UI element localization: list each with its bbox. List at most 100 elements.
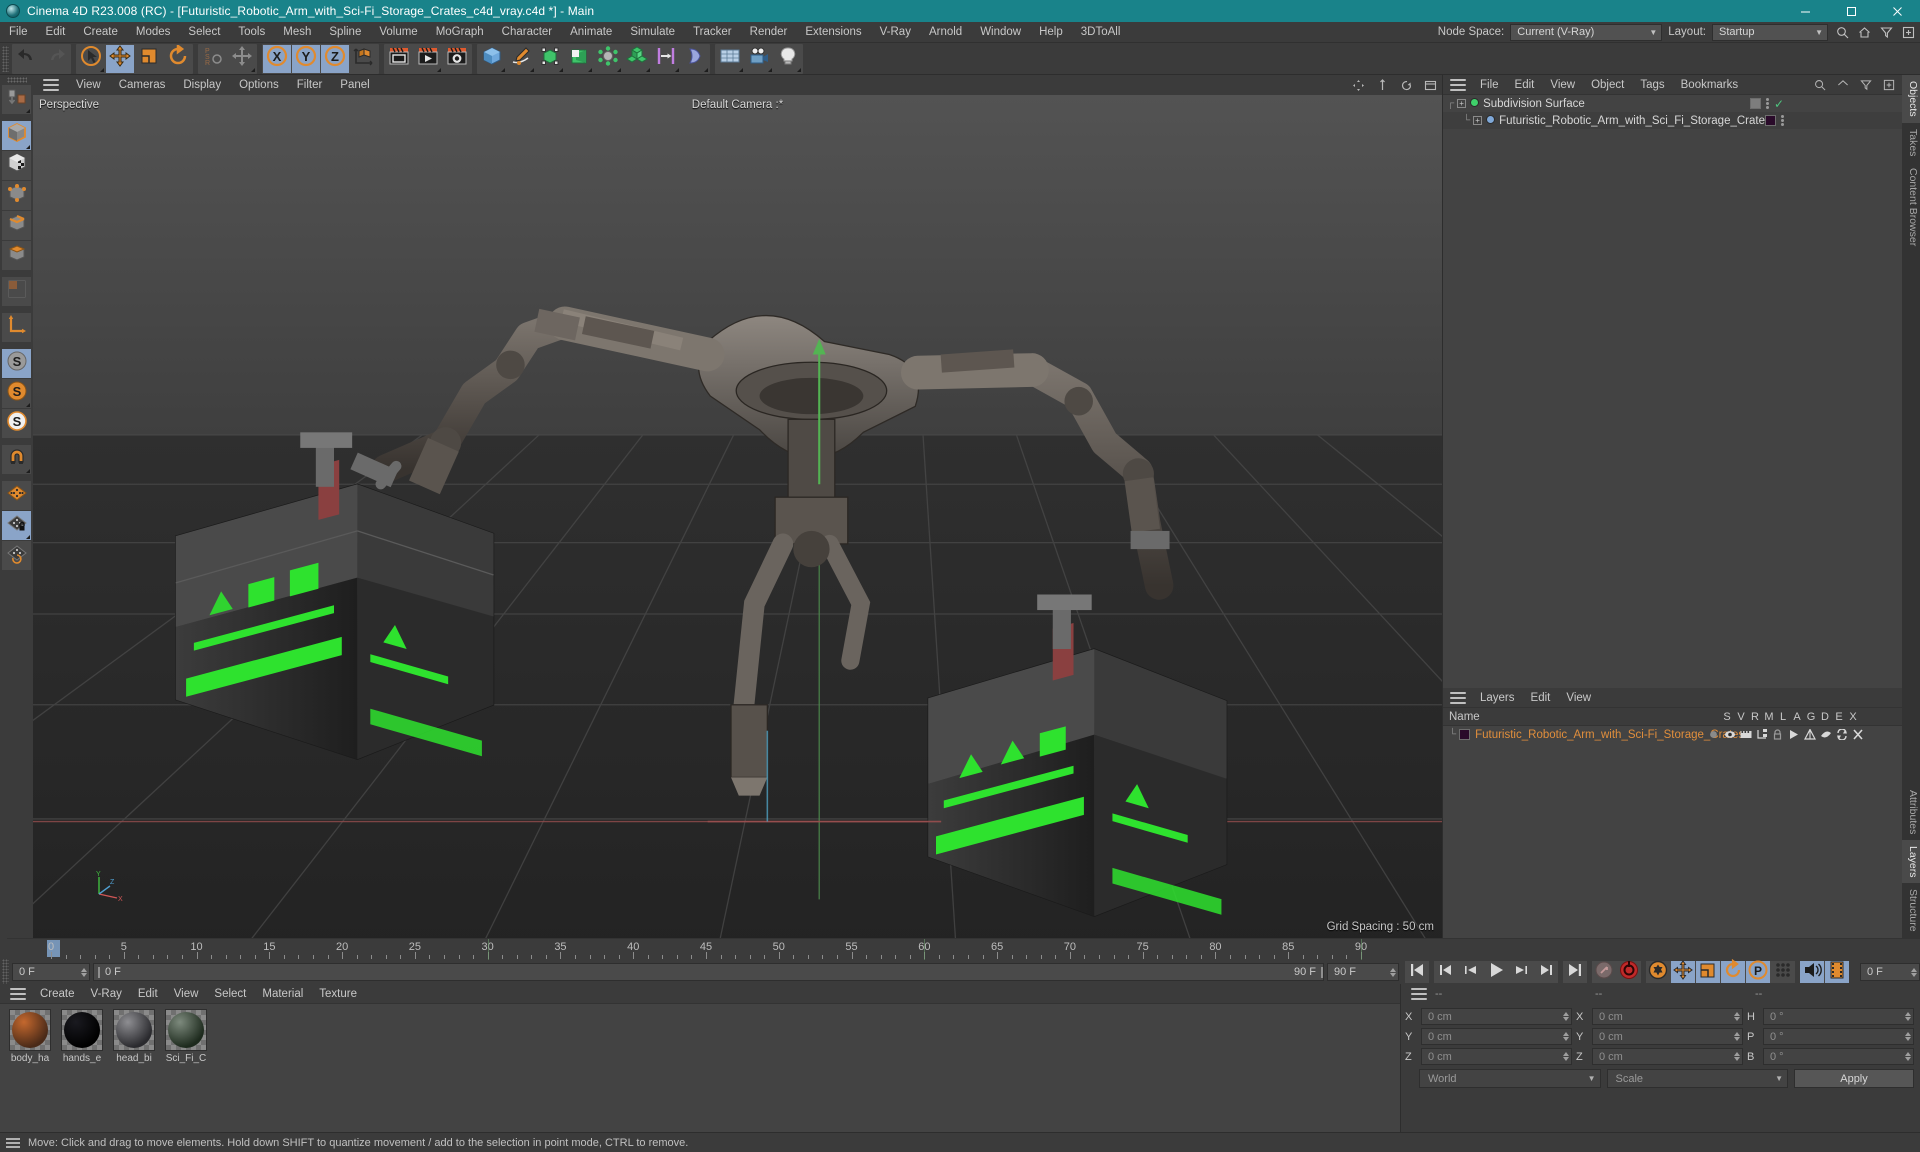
material-thumbnail[interactable] [61, 1009, 103, 1051]
psr-tool[interactable]: PSR [199, 44, 227, 73]
material-thumbnail[interactable] [113, 1009, 155, 1051]
object-manager-tree[interactable]: ┌ + Subdivision Surface ✓ └ + Futuristic… [1443, 95, 1902, 688]
add-deformer-button[interactable] [652, 44, 680, 73]
generators-icon[interactable] [1803, 728, 1816, 741]
material-menu-edit[interactable]: Edit [130, 984, 166, 1004]
render-settings-button[interactable] [443, 44, 471, 73]
object-menu-edit[interactable]: Edit [1507, 75, 1543, 95]
close-button[interactable] [1874, 0, 1920, 22]
material-menu-material[interactable]: Material [254, 984, 311, 1004]
lock-icon[interactable] [1771, 728, 1784, 741]
menu-item-volume[interactable]: Volume [370, 22, 426, 43]
world-coordinate-toggle[interactable] [350, 44, 378, 73]
toolbar-grip[interactable] [2, 45, 9, 72]
uv-mode-button[interactable] [2, 277, 31, 306]
object-row[interactable]: ┌ + Subdivision Surface ✓ [1443, 95, 1902, 112]
menu-item-tools[interactable]: Tools [229, 22, 274, 43]
home-icon[interactable] [1835, 77, 1851, 93]
enable-axis-button[interactable]: S [2, 349, 31, 378]
world-object-axis-toggle[interactable] [228, 44, 256, 73]
layout-dropdown[interactable]: Startup ▼ [1712, 23, 1828, 41]
axis-mode-button[interactable] [2, 313, 31, 342]
viewport-hamburger-icon[interactable] [43, 79, 59, 91]
lock-y-axis[interactable]: Y [292, 44, 320, 73]
deformers-icon[interactable] [1819, 728, 1832, 741]
go-to-start-button[interactable] [1405, 961, 1429, 983]
layers-menu-layers[interactable]: Layers [1472, 688, 1523, 708]
go-to-end-button[interactable] [1563, 961, 1587, 983]
menu-item-character[interactable]: Character [493, 22, 562, 43]
stepper-icon[interactable] [1911, 967, 1917, 977]
coord-size-input[interactable]: 0 cm [1592, 1028, 1743, 1045]
add-camera-button[interactable] [745, 44, 773, 73]
autokeying-button[interactable] [1617, 960, 1641, 983]
menu-item-file[interactable]: File [0, 22, 37, 43]
material-menu-select[interactable]: Select [206, 984, 254, 1004]
menu-item-mograph[interactable]: MoGraph [427, 22, 493, 43]
object-menu-bookmarks[interactable]: Bookmarks [1673, 75, 1747, 95]
pan-icon[interactable] [1350, 77, 1366, 93]
workplane-button[interactable] [2, 481, 31, 510]
edges-mode-button[interactable] [2, 211, 31, 240]
menu-item-render[interactable]: Render [741, 22, 797, 43]
add-cube-button[interactable] [478, 44, 506, 73]
points-mode-button[interactable] [2, 181, 31, 210]
xref-icon[interactable] [1851, 728, 1864, 741]
menu-item-3dtoall[interactable]: 3DToAll [1072, 22, 1130, 43]
timeline-ruler[interactable]: 051015202530354045505560657075808590 [7, 938, 1920, 960]
add-spline-generator-button[interactable] [565, 44, 593, 73]
end-frame-field[interactable]: 90 F [1327, 963, 1399, 981]
menu-item-modes[interactable]: Modes [127, 22, 180, 43]
add-array-button[interactable] [623, 44, 651, 73]
object-row[interactable]: └ + Futuristic_Robotic_Arm_with_Sci_Fi_S… [1443, 112, 1902, 129]
menu-item-help[interactable]: Help [1030, 22, 1072, 43]
coord-rotation-input[interactable]: 0 ° [1763, 1048, 1914, 1065]
redo-button[interactable] [42, 44, 70, 73]
stepper-icon[interactable] [1905, 1032, 1911, 1041]
keyframe-selection-button[interactable] [1646, 960, 1670, 983]
object-manager-hamburger-icon[interactable] [1450, 78, 1466, 91]
vtab-objects[interactable]: Objects [1902, 75, 1920, 123]
lock-workplane-button[interactable] [2, 511, 31, 540]
rotate-icon[interactable] [1398, 77, 1414, 93]
add-layer-icon[interactable] [1881, 77, 1897, 93]
add-light-button[interactable] [774, 44, 802, 73]
coordinate-space-dropdown[interactable]: World ▼ [1419, 1069, 1601, 1088]
coord-size-input[interactable]: 0 cm [1592, 1008, 1743, 1025]
add-modeling-object-button[interactable] [594, 44, 622, 73]
menu-item-simulate[interactable]: Simulate [621, 22, 684, 43]
play-button[interactable] [1484, 961, 1508, 983]
vtab-layers[interactable]: Layers [1902, 839, 1920, 884]
stepper-icon[interactable] [1734, 1012, 1740, 1021]
viewport-menu-view[interactable]: View [67, 75, 110, 95]
material-item[interactable]: body_ha [8, 1009, 52, 1132]
timeline-grip[interactable] [2, 959, 9, 985]
apply-button[interactable]: Apply [1794, 1069, 1914, 1088]
current-frame-field[interactable]: 0 F [12, 963, 90, 981]
scale-key-button[interactable] [1696, 961, 1720, 983]
viewport-menu-panel[interactable]: Panel [331, 75, 378, 95]
polygons-mode-button[interactable] [2, 241, 31, 270]
coord-rotation-input[interactable]: 0 ° [1763, 1028, 1914, 1045]
solo-icon[interactable] [1707, 728, 1720, 741]
render-icon[interactable] [1739, 728, 1752, 741]
undo-button[interactable] [13, 44, 41, 73]
lock-x-axis[interactable]: X [263, 44, 291, 73]
viewport-menu-options[interactable]: Options [230, 75, 288, 95]
material-item[interactable]: head_bi [112, 1009, 156, 1132]
lock-z-axis[interactable]: Z [321, 44, 349, 73]
render-view-button[interactable] [385, 44, 413, 73]
sound-button[interactable] [1800, 961, 1824, 983]
viewport-menu-cameras[interactable]: Cameras [110, 75, 175, 95]
material-menu-v-ray[interactable]: V-Ray [83, 984, 130, 1004]
material-list[interactable]: body_ha hands_e head_bi Sci_Fi_C [0, 1004, 1400, 1132]
minimize-button[interactable] [1782, 0, 1828, 22]
stepper-icon[interactable] [1734, 1032, 1740, 1041]
go-to-previous-frame-button[interactable] [1459, 961, 1483, 983]
record-active-objects-button[interactable] [1592, 961, 1616, 983]
material-item[interactable]: hands_e [60, 1009, 104, 1132]
menu-item-extensions[interactable]: Extensions [796, 22, 870, 43]
viewport-solo-single-button[interactable]: S [2, 379, 31, 408]
filter-icon[interactable] [1858, 77, 1874, 93]
coordinates-hamburger-icon[interactable] [1411, 988, 1427, 1000]
